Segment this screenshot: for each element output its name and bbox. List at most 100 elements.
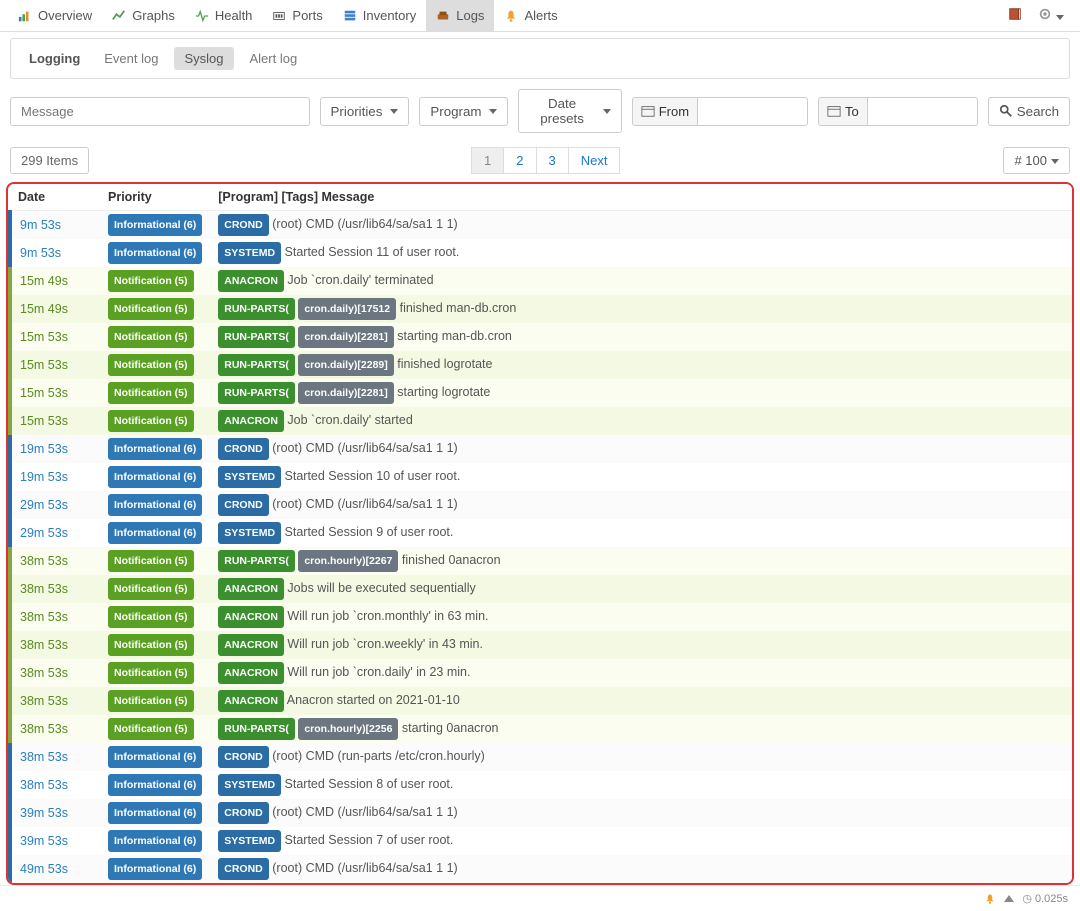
nav-health[interactable]: Health xyxy=(185,0,263,32)
log-row[interactable]: 15m 53sNotification (5)RUN-PARTS( cron.d… xyxy=(10,323,1072,351)
message-filter-input[interactable] xyxy=(10,97,310,126)
log-row[interactable]: 38m 53sNotification (5)RUN-PARTS( cron.h… xyxy=(10,547,1072,575)
tab-alert-log[interactable]: Alert log xyxy=(240,47,308,70)
log-row[interactable]: 19m 53sInformational (6)SYSTEMD Started … xyxy=(10,463,1072,491)
log-row[interactable]: 38m 53sNotification (5)ANACRON Anacron s… xyxy=(10,687,1072,715)
program-badge: CROND xyxy=(218,494,269,516)
log-date-link[interactable]: 19m 53s xyxy=(20,470,68,484)
log-date-link[interactable]: 38m 53s xyxy=(20,582,68,596)
priority-badge: Notification (5) xyxy=(108,634,194,656)
priority-badge: Informational (6) xyxy=(108,214,202,236)
log-date-link[interactable]: 38m 53s xyxy=(20,638,68,652)
bell-icon[interactable] xyxy=(984,893,996,905)
log-date-link[interactable]: 38m 53s xyxy=(20,778,68,792)
tab-event-log[interactable]: Event log xyxy=(94,47,168,70)
nav-inventory[interactable]: Inventory xyxy=(333,0,426,32)
log-row[interactable]: 38m 53sNotification (5)ANACRON Will run … xyxy=(10,603,1072,631)
program-badge: CROND xyxy=(218,858,269,880)
log-date-link[interactable]: 29m 53s xyxy=(20,498,68,512)
page-1[interactable]: 1 xyxy=(471,147,504,174)
log-date-link[interactable]: 38m 53s xyxy=(20,722,68,736)
log-date-link[interactable]: 15m 53s xyxy=(20,386,68,400)
log-message: (root) CMD (/usr/lib64/sa/sa1 1 1) xyxy=(272,497,457,511)
log-row[interactable]: 29m 53sInformational (6)SYSTEMD Started … xyxy=(10,519,1072,547)
program-badge: SYSTEMD xyxy=(218,242,281,264)
log-date-link[interactable]: 15m 49s xyxy=(20,274,68,288)
program-badge: RUN-PARTS( xyxy=(218,298,295,320)
log-date-link[interactable]: 15m 53s xyxy=(20,358,68,372)
log-date-link[interactable]: 39m 53s xyxy=(20,834,68,848)
log-row[interactable]: 39m 53sInformational (6)CROND (root) CMD… xyxy=(10,799,1072,827)
log-row[interactable]: 15m 53sNotification (5)RUN-PARTS( cron.d… xyxy=(10,351,1072,379)
page-3[interactable]: 3 xyxy=(536,147,569,174)
nav-ports[interactable]: Ports xyxy=(262,0,332,32)
log-date-link[interactable]: 38m 53s xyxy=(20,666,68,680)
log-row[interactable]: 38m 53sNotification (5)ANACRON Jobs will… xyxy=(10,575,1072,603)
scroll-top-icon[interactable] xyxy=(1004,895,1014,902)
log-date-link[interactable]: 15m 53s xyxy=(20,330,68,344)
log-row[interactable]: 38m 53sNotification (5)ANACRON Will run … xyxy=(10,659,1072,687)
log-row[interactable]: 29m 53s Informational (6) CROND (root) CMD… xyxy=(10,491,1072,519)
page-next[interactable]: Next xyxy=(568,147,621,174)
log-date-link[interactable]: 29m 53s xyxy=(20,526,68,540)
log-row[interactable]: 9m 53sInformational (6)SYSTEMD Started S… xyxy=(10,239,1072,267)
log-date-link[interactable]: 38m 53s xyxy=(20,694,68,708)
to-date-input[interactable] xyxy=(868,97,978,126)
log-row[interactable]: 15m 49sNotification (5)RUN-PARTS( cron.d… xyxy=(10,295,1072,323)
log-date-link[interactable]: 19m 53s xyxy=(20,442,68,456)
notebook-icon[interactable] xyxy=(1000,7,1030,24)
calendar-icon: From xyxy=(632,97,698,126)
log-date-link[interactable]: 15m 49s xyxy=(20,302,68,316)
program-badge: CROND xyxy=(218,746,269,768)
priority-badge: Informational (6) xyxy=(108,494,202,516)
log-row[interactable]: 39m 53sInformational (6)SYSTEMD Started … xyxy=(10,827,1072,855)
log-message: Started Session 7 of user root. xyxy=(285,833,454,847)
nav-overview[interactable]: Overview xyxy=(8,0,102,32)
program-badge: ANACRON xyxy=(218,606,284,628)
log-row[interactable]: 49m 53sInformational (6)CROND (root) CMD… xyxy=(10,855,1072,883)
program-badge: SYSTEMD xyxy=(218,466,281,488)
log-row[interactable]: 15m 53sNotification (5)ANACRON Job `cron… xyxy=(10,407,1072,435)
log-row[interactable]: 38m 53sInformational (6)SYSTEMD Started … xyxy=(10,771,1072,799)
page-2[interactable]: 2 xyxy=(503,147,536,174)
col-date[interactable]: Date xyxy=(10,184,100,211)
log-date-link[interactable]: 38m 53s xyxy=(20,610,68,624)
log-message: Will run job `cron.monthly' in 63 min. xyxy=(287,609,488,623)
search-button[interactable]: Search xyxy=(988,97,1070,126)
log-row[interactable]: 15m 53sNotification (5)RUN-PARTS( cron.d… xyxy=(10,379,1072,407)
log-date-link[interactable]: 38m 53s xyxy=(20,554,68,568)
tab-syslog[interactable]: Syslog xyxy=(174,47,233,70)
log-row[interactable]: 15m 49sNotification (5)ANACRON Job `cron… xyxy=(10,267,1072,295)
log-date-link[interactable]: 39m 53s xyxy=(20,806,68,820)
program-badge: RUN-PARTS( xyxy=(218,354,295,376)
program-badge: ANACRON xyxy=(218,410,284,432)
log-row[interactable]: 19m 53sInformational (6)CROND (root) CMD… xyxy=(10,435,1072,463)
col-message[interactable]: [Program] [Tags] Message xyxy=(210,184,1072,211)
log-date-link[interactable]: 9m 53s xyxy=(20,218,61,232)
program-badge: ANACRON xyxy=(218,270,284,292)
nav-graphs[interactable]: Graphs xyxy=(102,0,185,32)
settings-gear-icon[interactable] xyxy=(1030,7,1072,24)
log-row[interactable]: 38m 53sInformational (6)CROND (root) CMD… xyxy=(10,743,1072,771)
from-date-input[interactable] xyxy=(698,97,808,126)
log-date-link[interactable]: 49m 53s xyxy=(20,862,68,876)
log-date-link[interactable]: 15m 53s xyxy=(20,414,68,428)
log-message: Will run job `cron.weekly' in 43 min. xyxy=(287,637,483,651)
col-priority[interactable]: Priority xyxy=(100,184,210,211)
log-date-link[interactable]: 38m 53s xyxy=(20,750,68,764)
list-controls: 299 Items 123Next # 100 xyxy=(0,143,1080,182)
log-table: Date Priority [Program] [Tags] Message 9… xyxy=(8,184,1072,883)
program-dropdown[interactable]: Program xyxy=(419,97,508,126)
log-row[interactable]: 38m 53sNotification (5)ANACRON Will run … xyxy=(10,631,1072,659)
nav-logs[interactable]: Logs xyxy=(426,0,494,32)
page-size-dropdown[interactable]: # 100 xyxy=(1003,147,1070,174)
priorities-dropdown[interactable]: Priorities xyxy=(320,97,410,126)
date-presets-dropdown[interactable]: Date presets xyxy=(518,89,621,133)
program-badge: CROND xyxy=(218,438,269,460)
nav-alerts[interactable]: Alerts xyxy=(494,0,567,32)
log-row[interactable]: 38m 53sNotification (5)RUN-PARTS( cron.h… xyxy=(10,715,1072,743)
log-date-link[interactable]: 9m 53s xyxy=(20,246,61,260)
priority-badge: Notification (5) xyxy=(108,662,194,684)
log-row[interactable]: 9m 53sInformational (6)CROND (root) CMD … xyxy=(10,211,1072,240)
priority-badge: Informational (6) xyxy=(108,438,202,460)
